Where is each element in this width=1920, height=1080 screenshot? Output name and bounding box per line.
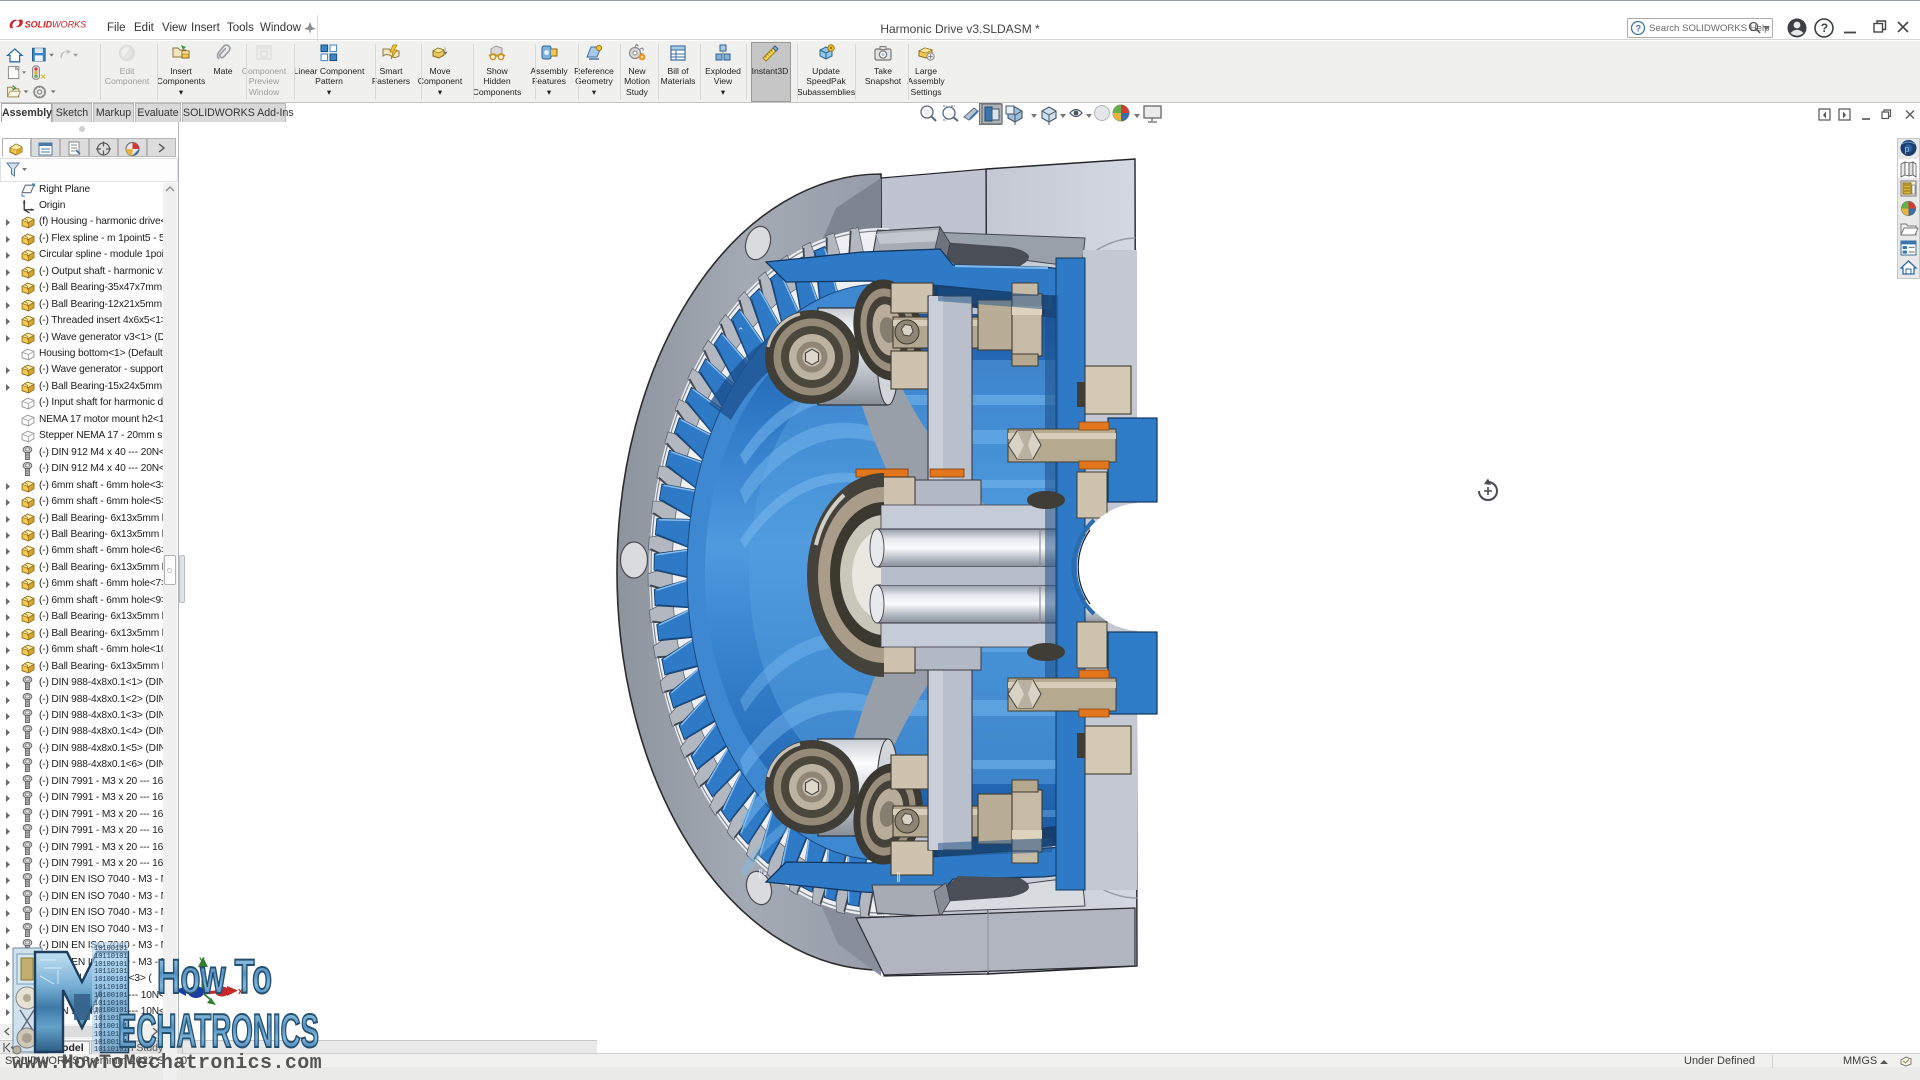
svg-text:10100101: 10100101 [94,976,128,984]
svg-text:10100101: 10100101 [94,945,128,953]
svg-text:10100101: 10100101 [94,992,128,1000]
svg-text:⌃: ⌃ [737,326,745,336]
svg-text:10110101: 10110101 [94,984,128,992]
svg-text:10110101: 10110101 [94,968,128,976]
svg-text:∥: ∥ [896,872,901,883]
svg-text:p: p [1905,144,1910,154]
svg-text:10110101: 10110101 [94,953,128,961]
svg-text:How To: How To [157,951,272,1004]
svg-text:∥•: ∥• [758,869,767,880]
svg-text:ECHATRONICS: ECHATRONICS [118,1004,319,1057]
